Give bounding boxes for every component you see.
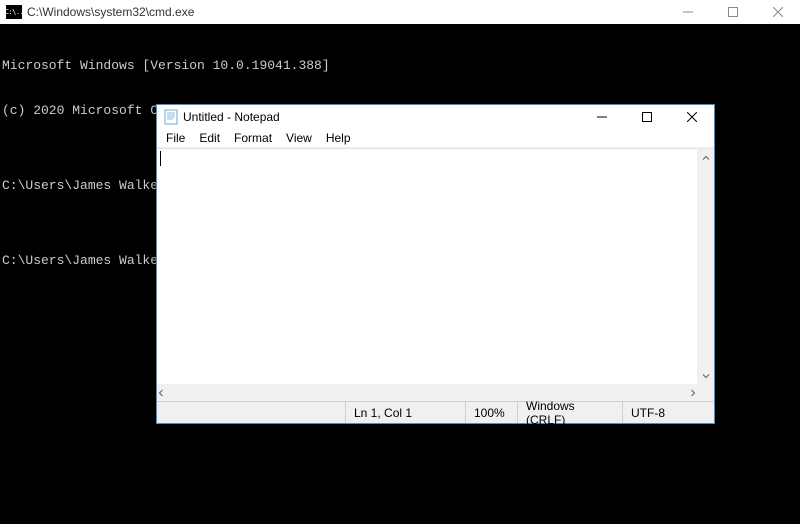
maximize-icon: [728, 7, 738, 17]
notepad-window: Untitled - Notepad File Edit Format View…: [156, 104, 715, 424]
status-position: Ln 1, Col 1: [345, 402, 465, 423]
text-cursor: [160, 151, 161, 166]
cmd-output-line: Microsoft Windows [Version 10.0.19041.38…: [2, 58, 798, 73]
menu-file[interactable]: File: [159, 129, 192, 147]
notepad-icon: [164, 109, 178, 125]
notepad-textarea[interactable]: [157, 149, 697, 384]
scroll-down-button[interactable]: [697, 367, 714, 384]
menu-format[interactable]: Format: [227, 129, 279, 147]
cmd-icon: C:\..: [6, 5, 22, 19]
cmd-titlebar[interactable]: C:\.. C:\Windows\system32\cmd.exe: [0, 0, 800, 24]
close-icon: [687, 112, 697, 122]
menu-edit[interactable]: Edit: [192, 129, 227, 147]
minimize-icon: [683, 7, 693, 17]
minimize-icon: [597, 112, 607, 122]
status-encoding: UTF-8: [622, 402, 714, 423]
scrollbar-corner: [697, 384, 714, 401]
notepad-window-title: Untitled - Notepad: [183, 110, 280, 124]
status-zoom: 100%: [465, 402, 517, 423]
close-button[interactable]: [755, 0, 800, 24]
menu-help[interactable]: Help: [319, 129, 358, 147]
maximize-icon: [642, 112, 652, 122]
notepad-menubar: File Edit Format View Help: [157, 129, 714, 148]
scroll-track[interactable]: [697, 166, 714, 367]
minimize-button[interactable]: [665, 0, 710, 24]
chevron-left-icon: [157, 389, 165, 397]
menu-view[interactable]: View: [279, 129, 319, 147]
chevron-up-icon: [702, 154, 710, 162]
notepad-titlebar[interactable]: Untitled - Notepad: [157, 105, 714, 129]
minimize-button[interactable]: [579, 105, 624, 129]
vertical-scrollbar[interactable]: [697, 149, 714, 384]
chevron-right-icon: [689, 389, 697, 397]
status-eol: Windows (CRLF): [517, 402, 622, 423]
scroll-right-button[interactable]: [689, 384, 697, 401]
chevron-down-icon: [702, 372, 710, 380]
close-icon: [773, 7, 783, 17]
notepad-statusbar: Ln 1, Col 1 100% Windows (CRLF) UTF-8: [157, 401, 714, 423]
notepad-editor-wrap: [157, 148, 714, 384]
scroll-up-button[interactable]: [697, 149, 714, 166]
cmd-window-title: C:\Windows\system32\cmd.exe: [27, 5, 194, 19]
scroll-left-button[interactable]: [157, 384, 165, 401]
maximize-button[interactable]: [710, 0, 755, 24]
close-button[interactable]: [669, 105, 714, 129]
horizontal-scrollbar[interactable]: [157, 384, 697, 401]
maximize-button[interactable]: [624, 105, 669, 129]
